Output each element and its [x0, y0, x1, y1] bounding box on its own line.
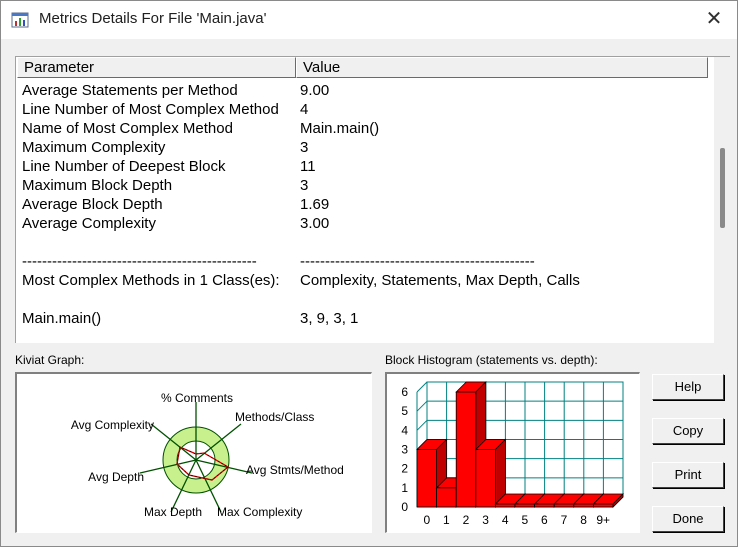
parameter-cell: Average Block Depth [22, 196, 163, 213]
histogram-gridline [416, 419, 428, 431]
value-cell: 3, 9, 3, 1 [300, 310, 359, 327]
histogram-x-tick-label: 6 [541, 513, 548, 527]
histogram-bar [553, 503, 575, 508]
done-button[interactable]: Done [652, 506, 724, 532]
scrollbar-thumb[interactable] [720, 148, 725, 228]
copy-button[interactable]: Copy [652, 418, 724, 444]
value-cell: ----------------------------------------… [300, 253, 535, 270]
histogram-x-tick-label: 5 [521, 513, 528, 527]
parameter-cell: Main.main() [22, 310, 102, 327]
metrics-details-window: Metrics Details For File 'Main.java' ✕ P… [0, 0, 738, 547]
histogram-bar [534, 503, 555, 508]
parameter-cell: Most Complex Methods in 1 Class(es): [22, 272, 280, 289]
value-cell: 3 [300, 177, 309, 194]
histogram-bar [455, 391, 477, 508]
column-header-parameter[interactable]: Parameter [17, 57, 296, 78]
close-icon: ✕ [705, 8, 723, 30]
help-button[interactable]: Help [652, 374, 724, 400]
value-cell: 3 [300, 139, 309, 156]
title-bar: Metrics Details For File 'Main.java' ✕ [1, 1, 737, 39]
block-histogram: 01234560 1 2 3 4 5 6 7 8 9+ [401, 381, 624, 527]
kiviat-axis-label: Avg Stmts/Method [246, 463, 344, 477]
histogram-bar [592, 503, 614, 508]
value-cell: Main.main() [300, 120, 380, 137]
histogram-bar [514, 503, 536, 508]
histogram-bar [416, 449, 438, 508]
histogram-bar [436, 487, 457, 508]
parameter-cell: Maximum Complexity [22, 139, 166, 156]
window-title: Metrics Details For File 'Main.java' [39, 10, 267, 27]
histogram-bar [475, 449, 496, 508]
histogram-bar [573, 503, 594, 508]
parameter-cell: Average Statements per Method [22, 82, 238, 99]
value-cell: 4 [300, 101, 309, 118]
print-button[interactable]: Print [652, 462, 724, 488]
histogram-y-tick-label: 2 [401, 462, 408, 476]
histogram-y-tick-label: 3 [401, 443, 408, 457]
histogram-label: Block Histogram (statements vs. depth): [385, 353, 598, 367]
histogram-y-tick-label: 4 [401, 423, 408, 437]
list-header: Parameter Value [16, 57, 711, 78]
kiviat-axis-label: Max Complexity [217, 505, 302, 519]
histogram-y-tick-label: 5 [401, 404, 408, 418]
value-cell: Complexity, Statements, Max Depth, Calls [300, 272, 580, 289]
parameter-cell: Maximum Block Depth [22, 177, 173, 194]
histogram-x-tick-label: 2 [463, 513, 470, 527]
histogram-y-tick-label: 1 [401, 481, 408, 495]
vertical-scrollbar[interactable] [714, 57, 730, 343]
value-cell: 1.69 [300, 196, 330, 213]
histogram-x-tick-label: 7 [561, 513, 568, 527]
close-button[interactable]: ✕ [697, 3, 731, 37]
app-icon [11, 12, 29, 28]
histogram-x-tick-label: 0 [423, 513, 430, 527]
histogram-gridline [416, 400, 428, 412]
parameter-cell: Line Number of Deepest Block [22, 158, 226, 175]
histogram-y-tick-label: 0 [401, 500, 408, 514]
parameter-cell: ----------------------------------------… [22, 253, 257, 270]
kiviat-graph: % Comments Methods/Class Avg Stmts/Metho… [71, 391, 344, 519]
histogram-bar [495, 503, 516, 508]
histogram-x-tick-label: 8 [580, 513, 587, 527]
parameter-cell: Average Complexity [22, 215, 156, 232]
histogram-y-tick-label: 6 [401, 385, 408, 399]
kiviat-axis-label: Max Depth [144, 505, 202, 519]
kiviat-axis-label: Avg Depth [88, 470, 144, 484]
kiviat-axis-label: Avg Complexity [71, 418, 154, 432]
histogram-x-tick-label: 9+ [596, 513, 610, 527]
value-cell: 3.00 [300, 215, 330, 232]
metrics-list[interactable]: Parameter Value Average Statements per M… [15, 56, 730, 343]
histogram-gridline [416, 381, 428, 393]
histogram-panel: 0 1 2 3 4 5 6 0 1 2 3 4 5 6 7 8 9+ [385, 372, 640, 533]
histogram-x-tick-label: 1 [443, 513, 450, 527]
parameter-cell: Name of Most Complex Method [22, 120, 233, 137]
histogram-x-tick-label: 4 [502, 513, 509, 527]
kiviat-axis-label: Methods/Class [235, 410, 314, 424]
column-header-value[interactable]: Value [296, 57, 708, 78]
parameter-cell: Line Number of Most Complex Method [22, 101, 279, 118]
histogram-x-tick-label: 3 [482, 513, 489, 527]
value-cell: 9.00 [300, 82, 330, 99]
kiviat-label: Kiviat Graph: [15, 353, 85, 367]
kiviat-axis-label: % Comments [161, 391, 233, 405]
value-cell: 11 [300, 158, 316, 175]
kiviat-graph-panel: % Comments Methods/Class Avg Stmts/Metho… [15, 372, 372, 533]
